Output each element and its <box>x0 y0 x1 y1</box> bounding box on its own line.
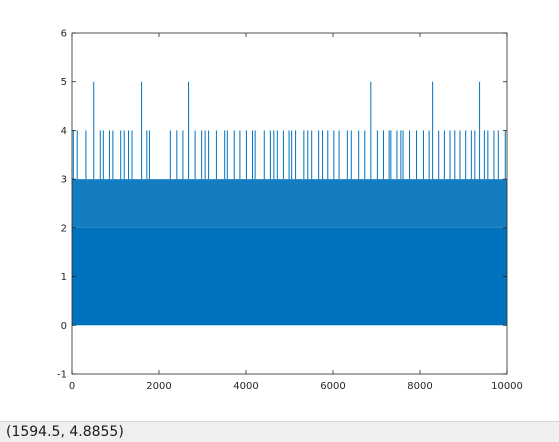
series-body-dense <box>72 227 507 326</box>
x-tick-label: 6000 <box>320 381 345 392</box>
y-tick-label: 1 <box>61 272 67 283</box>
x-tick-label: 8000 <box>407 381 432 392</box>
series-body-upper <box>72 179 507 228</box>
y-tick-label: 2 <box>61 223 67 234</box>
y-tick-label: 5 <box>61 77 67 88</box>
x-tick-label: 4000 <box>233 381 258 392</box>
y-tick-label: 0 <box>61 321 67 332</box>
plot-area[interactable]: 0 2000 4000 6000 8000 10000-10123456 <box>0 0 559 420</box>
y-tick-label: -1 <box>57 370 67 381</box>
y-tick-label: 4 <box>61 126 67 137</box>
x-tick-label: 2000 <box>146 381 171 392</box>
figure-window: 0 2000 4000 6000 8000 10000 -1 0 1 2 3 4 5 6 <box>0 0 559 420</box>
status-bar: (1594.5, 4.8855) <box>0 421 559 442</box>
y-tick-label: 6 <box>61 29 67 40</box>
coordinate-readout: (1594.5, 4.8855) <box>6 424 124 440</box>
x-tick-label: 10000 <box>491 381 523 392</box>
y-tick-label: 3 <box>61 175 67 186</box>
x-tick-label: 0 <box>69 381 75 392</box>
